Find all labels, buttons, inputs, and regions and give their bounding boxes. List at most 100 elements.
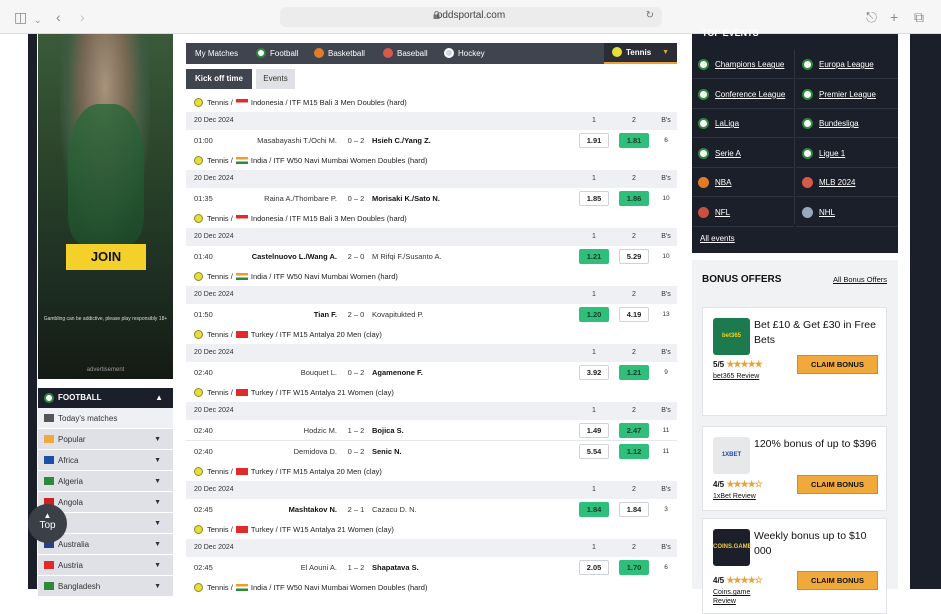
match-row[interactable]: 01:50 Tian F. 2 – 0 Kovapitukted P. 1.20 4.19… [186, 304, 677, 325]
player-home[interactable]: Demidova D. [294, 441, 337, 462]
player-away[interactable]: Morisaki K./Sato N. [372, 188, 440, 209]
tournament-country[interactable]: India [251, 272, 267, 281]
claim-bonus-button[interactable]: CLAIM BONUS [797, 355, 878, 374]
chevron-down-icon[interactable]: ▼ [154, 513, 161, 534]
odds-home-button[interactable]: 3.92 [579, 365, 609, 380]
bookmaker-logo[interactable]: bet365 [713, 318, 750, 355]
player-home[interactable]: Hodzic M. [304, 420, 337, 441]
odds-away-button[interactable]: 1.21 [619, 365, 649, 380]
odds-away-button[interactable]: 2.47 [619, 423, 649, 438]
tournament-country[interactable]: Turkey [251, 330, 274, 339]
odds-away-button[interactable]: 5.29 [619, 249, 649, 264]
bookmaker-review-link[interactable]: bet365 Review [713, 372, 759, 381]
nav-football[interactable]: Football [256, 43, 298, 64]
player-away[interactable]: Cazacu D. N. [372, 499, 417, 520]
tournament-header[interactable]: Tennis / Indonesia / ITF M15 Bali 3 Men D… [186, 209, 677, 228]
chevron-down-icon[interactable]: ▼ [662, 43, 669, 62]
tournament-header[interactable]: Tennis / India / ITF W50 Navi Mumbai Wome… [186, 578, 677, 597]
tournament-sport[interactable]: Tennis / [207, 156, 233, 165]
odds-away-button[interactable]: 1.70 [619, 560, 649, 575]
odds-home-button[interactable]: 1.49 [579, 423, 609, 438]
top-event-link[interactable]: NHL [796, 198, 898, 227]
nav-basketball[interactable]: Basketball [314, 43, 365, 64]
tournament-header[interactable]: Tennis / India / ITF W50 Navi Mumbai Wome… [186, 151, 677, 170]
tournament-header[interactable]: Tennis / Turkey / ITF W15 Antalya 21 Wome… [186, 383, 677, 402]
match-row[interactable]: 02:40 Bouquet L. 0 – 2 Agamenone F. 3.92 1.21… [186, 362, 677, 383]
top-event-link[interactable]: LaLiga [692, 109, 794, 138]
tab-events[interactable]: Events [256, 69, 295, 89]
tournament-sport[interactable]: Tennis / [207, 467, 233, 476]
back-icon[interactable]: ‹ [56, 8, 61, 26]
player-home[interactable]: Castelnuovo L./Wang A. [252, 246, 337, 267]
bookmaker-review-link[interactable]: Coins.game Review [713, 588, 763, 606]
share-icon[interactable]: ⎋ [866, 8, 877, 26]
all-events-link[interactable]: All events [700, 234, 735, 243]
odds-away-button[interactable]: 1.86 [619, 191, 649, 206]
advertisement-banner[interactable]: JOIN Gambling can be addictive, please p… [38, 34, 173, 379]
tournament-sport[interactable]: Tennis / [207, 525, 233, 534]
tournament-name[interactable]: / ITF W15 Antalya 21 Women (clay) [276, 525, 394, 534]
sidebar-item[interactable]: Austria ▼ [38, 555, 173, 576]
nav-hockey[interactable]: Hockey [444, 43, 485, 64]
nav-tennis-active[interactable]: Tennis ▼ [604, 43, 677, 64]
new-tab-icon[interactable]: + [890, 8, 898, 26]
tournament-country[interactable]: Turkey [251, 525, 274, 534]
top-event-link[interactable]: Premier League [796, 80, 898, 109]
tab-kick-off-time[interactable]: Kick off time [186, 69, 252, 89]
odds-away-button[interactable]: 1.12 [619, 444, 649, 459]
sidebar-item[interactable]: Bangladesh ▼ [38, 576, 173, 597]
match-row[interactable]: 01:35 Raina A./Thombare P. 0 – 2 Morisaki K… [186, 188, 677, 209]
nav-baseball[interactable]: Baseball [383, 43, 428, 64]
tournament-country[interactable]: India [251, 156, 267, 165]
chevron-down-icon[interactable]: ▼ [154, 471, 161, 492]
top-event-link[interactable]: Europa League [796, 50, 898, 79]
all-bonus-offers-link[interactable]: All Bonus Offers [833, 275, 887, 284]
reload-icon[interactable]: ↻ [646, 10, 654, 21]
claim-bonus-button[interactable]: CLAIM BONUS [797, 571, 878, 590]
match-row[interactable]: 02:40 Demidova D. 0 – 2 Senic N. 5.54 1.12 11 [186, 441, 677, 462]
sidebar-item[interactable]: Popular ▼ [38, 429, 173, 450]
player-home[interactable]: El Aouni A. [301, 557, 337, 578]
top-event-link[interactable]: NFL [692, 198, 794, 227]
player-away[interactable]: M Rifqi F./Susanto A. [372, 246, 442, 267]
join-button[interactable]: JOIN [66, 244, 146, 270]
claim-bonus-button[interactable]: CLAIM BONUS [797, 475, 878, 494]
tournament-name[interactable]: / ITF M15 Antalya 20 Men (clay) [276, 467, 382, 476]
sidebar-item[interactable]: Algeria ▼ [38, 471, 173, 492]
forward-icon[interactable]: › [80, 8, 85, 26]
tournament-name[interactable]: / ITF M15 Bali 3 Men Doubles (hard) [285, 214, 406, 223]
tournament-country[interactable]: Indonesia [251, 98, 284, 107]
odds-away-button[interactable]: 4.19 [619, 307, 649, 322]
odds-home-button[interactable]: 1.21 [579, 249, 609, 264]
top-event-link[interactable]: Bundesliga [796, 109, 898, 138]
chevron-down-icon[interactable]: ▼ [154, 429, 161, 450]
chevron-down-icon[interactable]: ▼ [154, 534, 161, 555]
chevron-down-icon[interactable]: ▼ [154, 576, 161, 597]
bookmaker-logo[interactable]: 1XBET [713, 437, 750, 474]
odds-home-button[interactable]: 1.20 [579, 307, 609, 322]
player-home[interactable]: Tian F. [314, 304, 337, 325]
player-away[interactable]: Shapatava S. [372, 557, 419, 578]
tournament-header[interactable]: Tennis / Turkey / ITF M15 Antalya 20 Men … [186, 462, 677, 481]
tournament-sport[interactable]: Tennis / [207, 214, 233, 223]
match-row[interactable]: 02:45 Mashtakov N. 2 – 1 Cazacu D. N. 1.84 1.… [186, 499, 677, 520]
odds-away-button[interactable]: 1.81 [619, 133, 649, 148]
tournament-country[interactable]: Turkey [251, 388, 274, 397]
top-event-link[interactable]: MLB 2024 [796, 168, 898, 197]
tournament-country[interactable]: Turkey [251, 467, 274, 476]
odds-home-button[interactable]: 2.05 [579, 560, 609, 575]
odds-home-button[interactable]: 5.54 [579, 444, 609, 459]
nav-my-matches[interactable]: My Matches [195, 43, 238, 64]
tournament-sport[interactable]: Tennis / [207, 388, 233, 397]
top-event-link[interactable]: Champions League [692, 50, 794, 79]
match-row[interactable]: 01:40 Castelnuovo L./Wang A. 2 – 0 M Rifqi … [186, 246, 677, 267]
player-away[interactable]: Kovapitukted P. [372, 304, 424, 325]
match-row[interactable]: 02:45 El Aouni A. 1 – 2 Shapatava S. 2.05 1.7… [186, 557, 677, 578]
top-event-link[interactable]: Ligue 1 [796, 139, 898, 168]
tournament-sport[interactable]: Tennis / [207, 98, 233, 107]
player-away[interactable]: Bojica S. [372, 420, 404, 441]
tournament-name[interactable]: / ITF W50 Navi Mumbai Women (hard) [269, 272, 398, 281]
tabs-overview-icon[interactable]: ⧉ [914, 8, 924, 26]
odds-away-button[interactable]: 1.84 [619, 502, 649, 517]
player-away[interactable]: Agamenone F. [372, 362, 423, 383]
